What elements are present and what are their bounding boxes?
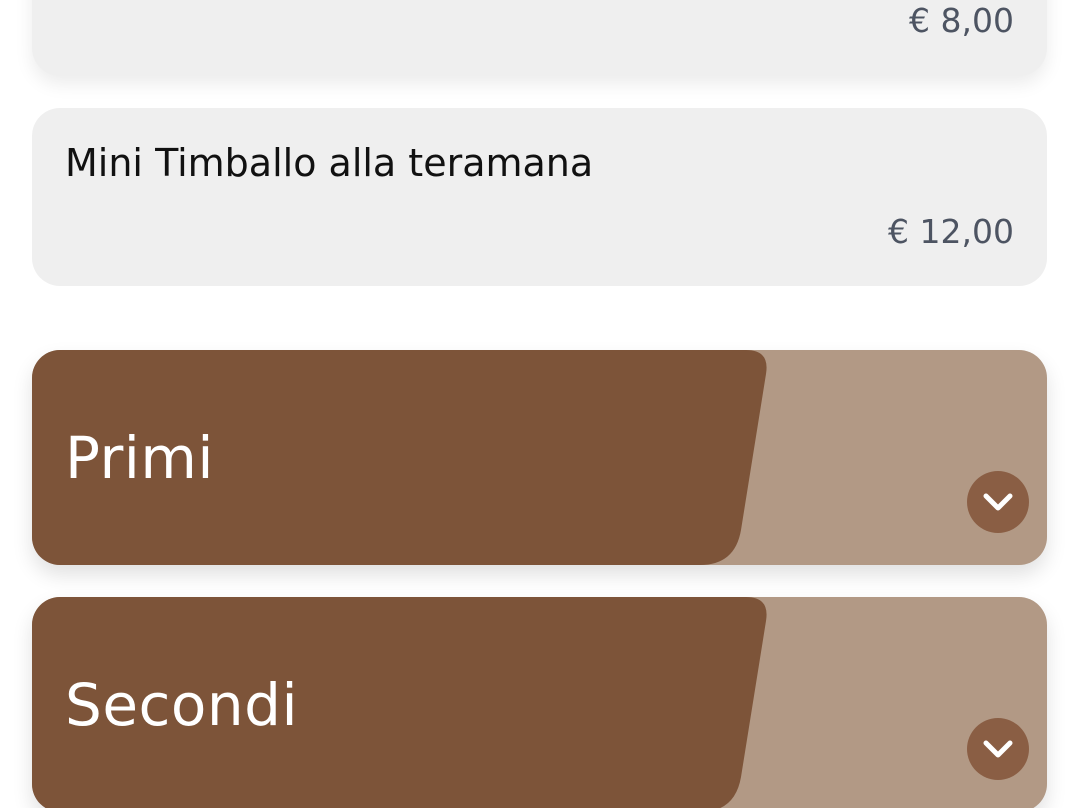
chevron-down-icon (983, 493, 1013, 511)
item-price: € 8,00 (909, 1, 1014, 40)
chevron-down-icon (983, 740, 1013, 758)
section-title: Secondi (65, 671, 299, 739)
menu-page: € 8,00 Mini Timballo alla teramana € 12,… (0, 0, 1080, 808)
section-primi[interactable]: Primi (32, 350, 1047, 565)
expand-toggle-button[interactable] (967, 471, 1029, 533)
menu-item-card[interactable]: Mini Timballo alla teramana € 12,00 (32, 108, 1047, 286)
item-name: Mini Timballo alla teramana (65, 141, 594, 185)
expand-toggle-button[interactable] (967, 718, 1029, 780)
item-price: € 12,00 (888, 212, 1014, 251)
menu-item-card[interactable]: € 8,00 (32, 0, 1047, 76)
section-title: Primi (65, 424, 215, 492)
section-secondi[interactable]: Secondi (32, 597, 1047, 808)
